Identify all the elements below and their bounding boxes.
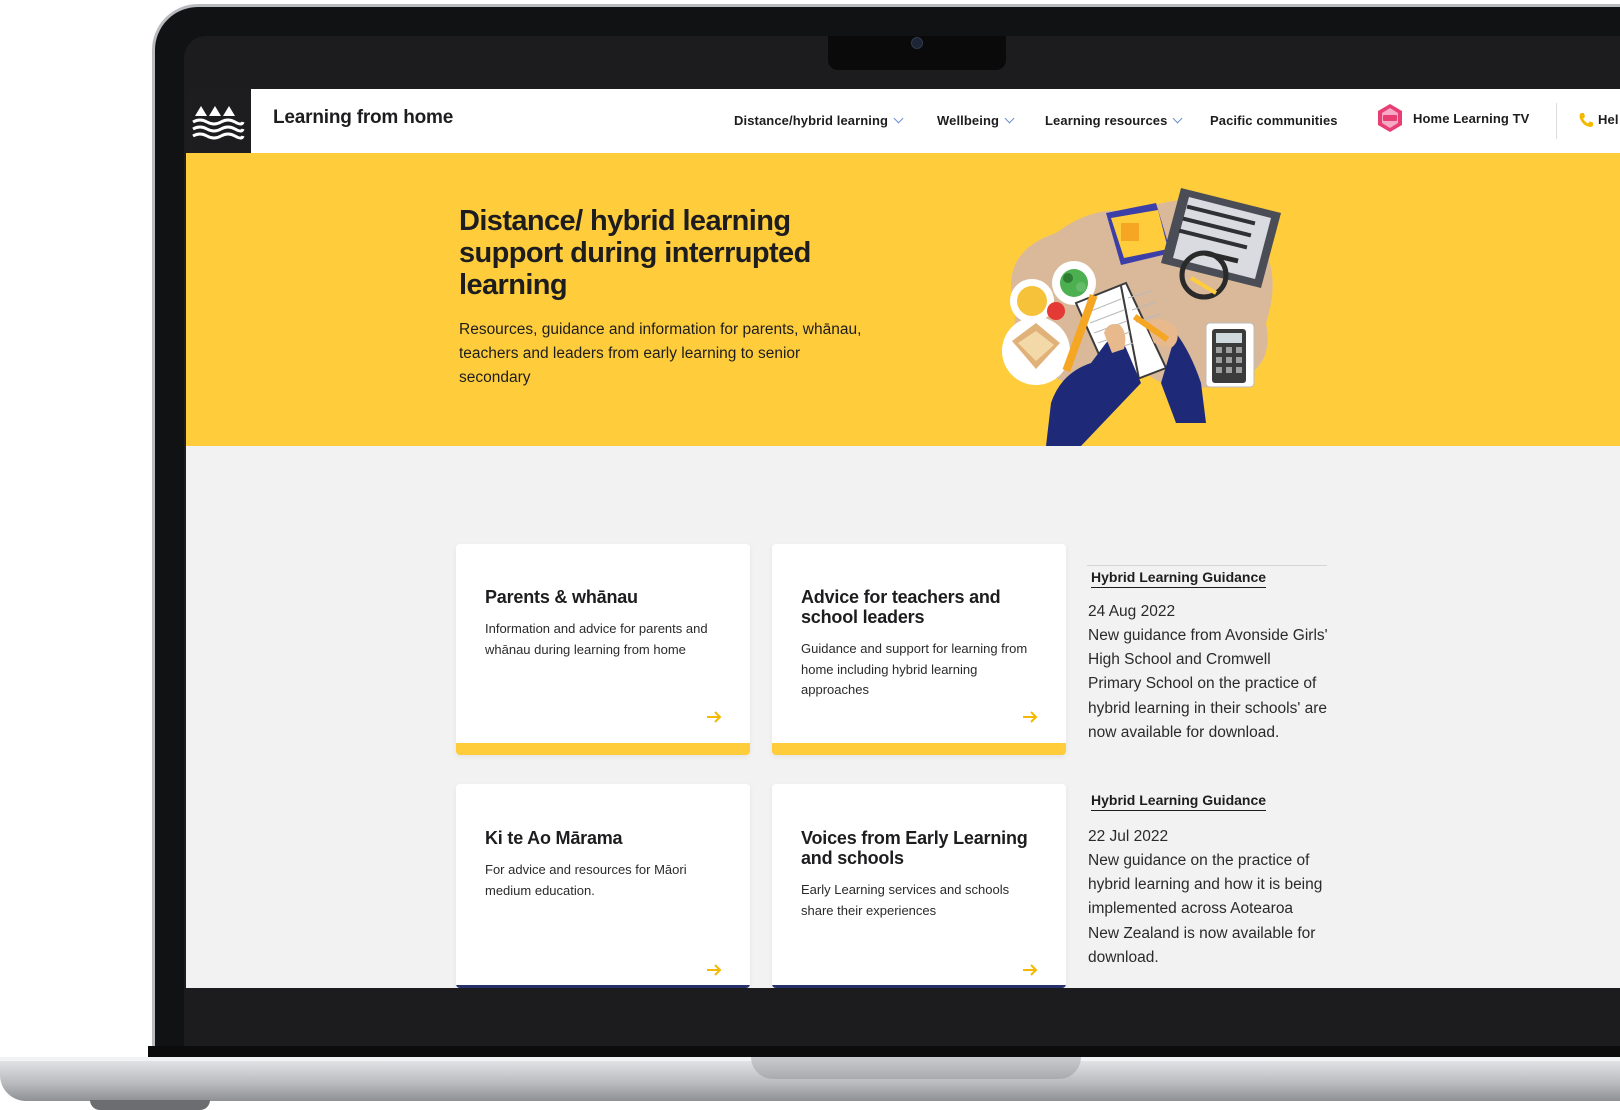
news-heading-link[interactable]: Hybrid Learning Guidance — [1091, 792, 1267, 811]
hero-title: Distance/ hybrid learning support during… — [459, 205, 811, 301]
nav-label: Wellbeing — [937, 113, 1000, 128]
sidebar-rule — [1087, 565, 1327, 566]
nav-pacific-communities[interactable]: Pacific communities — [1210, 113, 1338, 128]
arrow-right-icon — [707, 711, 722, 723]
hero-banner: Distance/ hybrid learning support during… — [186, 153, 1620, 446]
mountains-waves-logo-icon — [192, 106, 245, 140]
laptop-frame: Learning from home Distance/hybrid learn… — [0, 0, 1620, 1110]
nav-label: Learning resources — [1045, 113, 1168, 128]
nav-label: Hel — [1598, 112, 1619, 127]
nav-wellbeing[interactable]: Wellbeing — [937, 113, 1015, 128]
site-header: Learning from home Distance/hybrid learn… — [186, 89, 1620, 153]
arrow-right-icon — [1023, 711, 1038, 723]
laptop-hinge-notch — [751, 1057, 1081, 1079]
camera-icon — [911, 37, 923, 49]
nav-label: Home Learning TV — [1413, 111, 1530, 126]
nav-help[interactable]: Hel — [1598, 112, 1619, 127]
hero-subtitle: Resources, guidance and information for … — [459, 321, 862, 386]
site-title[interactable]: Learning from home — [273, 107, 453, 129]
news-heading-link[interactable]: Hybrid Learning Guidance — [1091, 569, 1267, 588]
card-description: Guidance and support for learning from h… — [801, 641, 1028, 697]
nav-label: Distance/hybrid learning — [734, 113, 889, 128]
nav-divider — [1556, 103, 1557, 139]
card-description: Early Learning services and schools shar… — [801, 882, 1010, 918]
phone-icon — [1579, 113, 1593, 127]
desk-illustration — [1002, 188, 1281, 446]
card-parents-whanau[interactable]: Parents & whānau Information and advice … — [456, 544, 750, 755]
nav-learning-resources[interactable]: Learning resources — [1045, 113, 1183, 128]
tv-badge-icon — [1378, 104, 1402, 132]
nav-distance-hybrid-learning[interactable]: Distance/hybrid learning — [734, 113, 904, 128]
arrow-right-icon — [1023, 964, 1038, 976]
nav-label: Pacific communities — [1210, 113, 1338, 128]
card-title: Advice for teachers and school leaders — [801, 587, 1001, 627]
card-accent-bar — [456, 743, 750, 755]
card-accent-bar — [772, 985, 1066, 988]
news-body: New guidance from Avonside Girls' High S… — [1088, 627, 1328, 741]
card-ki-te-ao-marama[interactable]: Ki te Ao Mārama For advice and resources… — [456, 784, 750, 988]
chevron-down-icon — [893, 113, 904, 124]
card-title: Ki te Ao Mārama — [485, 828, 623, 848]
browser-screen: Learning from home Distance/hybrid learn… — [186, 89, 1620, 988]
news-body: New guidance on the practice of hybrid l… — [1088, 852, 1323, 966]
arrow-right-icon — [707, 964, 722, 976]
news-date: 24 Aug 2022 — [1088, 603, 1176, 620]
card-accent-bar — [772, 743, 1066, 755]
card-voices-early-learning[interactable]: Voices from Early Learning and schools E… — [772, 784, 1066, 988]
card-description: Information and advice for parents and w… — [485, 621, 708, 657]
card-description: For advice and resources for Māori mediu… — [485, 862, 687, 898]
chevron-down-icon — [1004, 113, 1015, 124]
card-title: Parents & whānau — [485, 587, 638, 607]
nav-home-learning-tv[interactable]: Home Learning TV — [1413, 111, 1529, 126]
card-accent-bar — [456, 985, 750, 988]
card-title: Voices from Early Learning and schools — [801, 828, 1028, 868]
site-logo[interactable] — [186, 89, 251, 153]
news-date: 22 Jul 2022 — [1088, 828, 1169, 845]
card-teachers-leaders[interactable]: Advice for teachers and school leaders G… — [772, 544, 1066, 755]
laptop-foot — [90, 1100, 210, 1110]
chevron-down-icon — [1173, 113, 1183, 124]
